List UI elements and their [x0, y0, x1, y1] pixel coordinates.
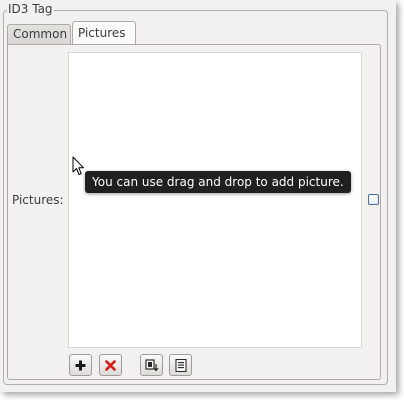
group-title: ID3 Tag [7, 2, 54, 16]
add-picture-button[interactable] [69, 354, 92, 376]
delete-icon [105, 359, 116, 371]
pictures-drop-area[interactable] [68, 52, 362, 348]
mouse-pointer-icon [72, 156, 85, 179]
picture-properties-button[interactable] [169, 354, 192, 376]
properties-icon [174, 358, 187, 372]
id3-tag-window: ID3 Tag Common Pictures Pictures: You ca… [0, 0, 396, 392]
pictures-tab-panel: Pictures: [7, 44, 381, 380]
pictures-checkbox[interactable] [368, 194, 379, 205]
drag-drop-tooltip: You can use drag and drop to add picture… [85, 171, 351, 193]
export-picture-button[interactable] [140, 354, 163, 376]
delete-picture-button[interactable] [99, 354, 122, 376]
tab-common[interactable]: Common [7, 24, 71, 45]
export-icon [144, 358, 159, 372]
add-icon [75, 360, 86, 371]
tab-pictures[interactable]: Pictures [72, 21, 136, 44]
pictures-label: Pictures: [12, 193, 64, 207]
